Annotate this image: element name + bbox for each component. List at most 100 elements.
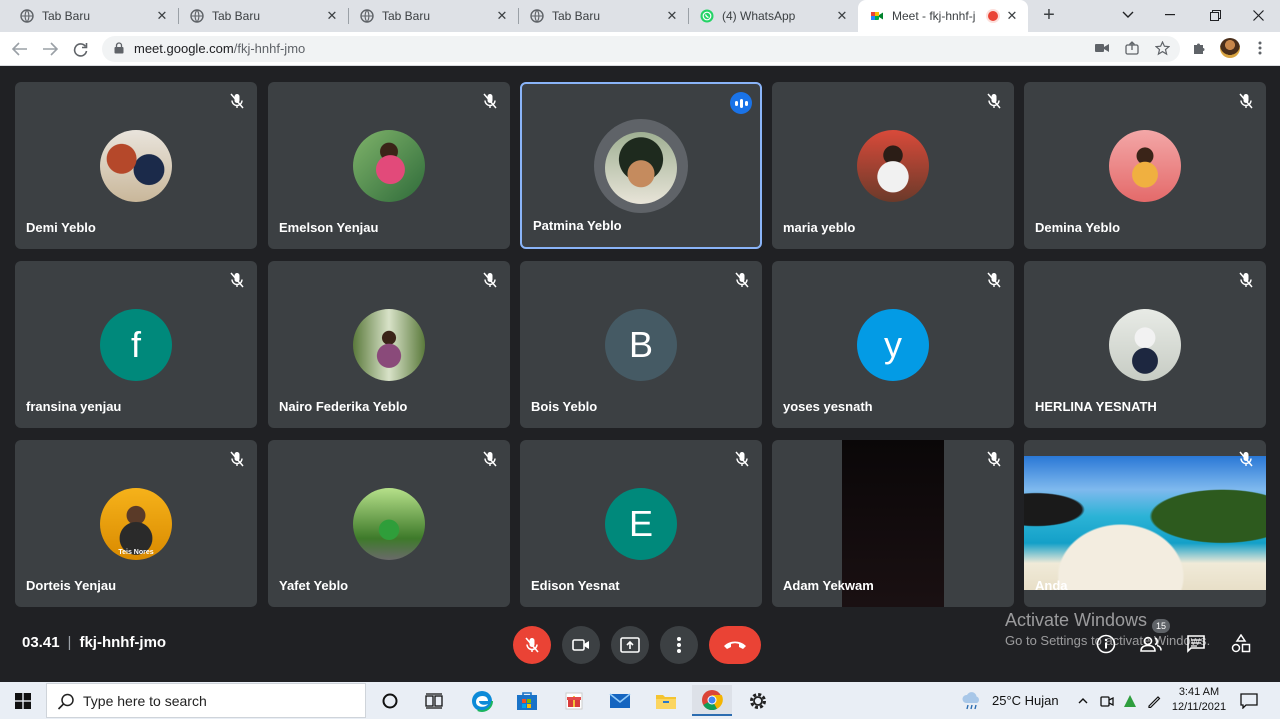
maximize-button[interactable] <box>1195 0 1235 30</box>
browser-tab[interactable]: Tab Baru ✕ <box>348 0 519 32</box>
speaking-indicator-icon <box>730 92 752 114</box>
reload-icon[interactable] <box>69 38 91 60</box>
url-path: /fkj-hnhf-jmo <box>233 41 306 56</box>
chat-button[interactable] <box>1184 632 1208 656</box>
taskbar-gift-app[interactable] <box>554 685 594 716</box>
url-host: meet.google.com <box>134 41 234 56</box>
taskbar-mail[interactable] <box>600 685 640 716</box>
taskbar-search-box[interactable]: Type here to search <box>46 683 366 718</box>
browser-tab[interactable]: Tab Baru ✕ <box>518 0 689 32</box>
tray-pen-icon[interactable] <box>1143 685 1165 716</box>
back-arrow-icon[interactable] <box>9 38 31 60</box>
close-icon[interactable]: ✕ <box>324 8 340 24</box>
video-camera-icon <box>572 639 589 651</box>
globe-icon <box>20 9 34 23</box>
mic-off-icon <box>985 92 1003 110</box>
cortana-circle-icon <box>382 693 398 708</box>
participant-tile[interactable]: y yoses yesnath <box>772 261 1014 428</box>
taskbar-edge[interactable] <box>462 685 502 716</box>
mic-off-icon <box>525 637 539 653</box>
participant-video <box>1024 456 1266 590</box>
search-icon <box>57 693 74 710</box>
new-tab-button[interactable]: + <box>1038 4 1060 26</box>
folder-icon <box>656 694 676 709</box>
notifications-button[interactable] <box>1234 685 1264 716</box>
tab-search-chevron-icon[interactable] <box>1108 0 1148 30</box>
close-icon[interactable]: ✕ <box>494 8 510 24</box>
participant-tile[interactable]: HERLINA YESNATH <box>1024 261 1266 428</box>
mic-off-icon <box>228 450 246 468</box>
start-button[interactable] <box>0 682 46 719</box>
taskbar-chrome[interactable] <box>692 685 732 716</box>
close-icon[interactable]: ✕ <box>154 8 170 24</box>
taskbar-file-explorer[interactable] <box>646 685 686 716</box>
participant-tile[interactable]: Teis Nores Dorteis Yenjau <box>15 440 257 607</box>
microphone-toggle-button[interactable] <box>513 626 551 664</box>
tray-nvidia-icon[interactable] <box>1119 685 1141 716</box>
avatar-letter: E <box>628 503 653 544</box>
close-window-button[interactable] <box>1238 0 1278 30</box>
browser-tab-active[interactable]: Meet - fkj-hnhf-jı ✕ <box>858 0 1028 32</box>
activities-button[interactable] <box>1229 632 1253 656</box>
tab-title: Tab Baru <box>42 9 91 23</box>
weather-widget[interactable] <box>954 685 990 716</box>
profile-avatar[interactable] <box>1220 38 1240 58</box>
close-icon[interactable]: ✕ <box>1004 8 1020 24</box>
participant-tile[interactable]: Emelson Yenjau <box>268 82 510 249</box>
camera-indicator-icon[interactable] <box>1094 40 1110 56</box>
mic-off-icon <box>228 92 246 110</box>
participant-tile[interactable]: B Bois Yeblo <box>520 261 762 428</box>
participant-tile[interactable]: maria yeblo <box>772 82 1014 249</box>
url-text[interactable]: meet.google.com/fkj-hnhf-jmo <box>134 41 305 56</box>
avatar <box>605 132 677 204</box>
store-icon <box>517 691 537 710</box>
notification-icon <box>1240 692 1258 709</box>
participant-tile[interactable]: Anda <box>1024 440 1266 607</box>
avatar: B <box>605 309 677 381</box>
close-icon[interactable]: ✕ <box>664 8 680 24</box>
tray-meet-now-icon[interactable] <box>1096 685 1118 716</box>
avatar <box>353 488 425 560</box>
browser-tab[interactable]: (4) WhatsApp ✕ <box>688 0 858 32</box>
close-icon[interactable]: ✕ <box>834 8 850 24</box>
avatar <box>1109 309 1181 381</box>
cortana-button[interactable] <box>370 685 410 716</box>
participant-tile[interactable]: E Edison Yesnat <box>520 440 762 607</box>
participant-tile[interactable]: Patmina Yeblo <box>520 82 762 249</box>
participant-tile[interactable]: Adam Yekwam <box>772 440 1014 607</box>
extensions-puzzle-icon[interactable] <box>1191 40 1207 56</box>
lock-icon[interactable] <box>114 42 124 54</box>
meeting-details-button[interactable] <box>1094 632 1118 656</box>
info-icon <box>1096 634 1116 654</box>
mic-off-icon <box>481 271 499 289</box>
leave-call-button[interactable] <box>709 626 761 664</box>
browser-tab[interactable]: Tab Baru ✕ <box>178 0 349 32</box>
menu-kebab-icon[interactable] <box>1252 40 1268 56</box>
taskbar-clock[interactable]: 3:41 AM 12/11/2021 <box>1170 685 1228 715</box>
participant-tile[interactable]: Demi Yeblo <box>15 82 257 249</box>
present-screen-button[interactable] <box>611 626 649 664</box>
browser-tab[interactable]: Tab Baru ✕ <box>8 0 179 32</box>
gear-icon <box>750 692 766 709</box>
weather-text[interactable]: 25°C Hujan <box>992 693 1059 708</box>
participant-tile[interactable]: f fransina yenjau <box>15 261 257 428</box>
clock-time: 3:41 AM <box>1178 686 1220 698</box>
more-options-button[interactable] <box>660 626 698 664</box>
bookmark-star-icon[interactable] <box>1154 40 1170 56</box>
task-view-button[interactable] <box>414 685 454 716</box>
participant-name: maria yeblo <box>783 220 856 235</box>
taskbar-store[interactable] <box>507 685 547 716</box>
forward-arrow-icon[interactable] <box>39 38 61 60</box>
participant-name: Dorteis Yenjau <box>26 578 117 593</box>
participant-tile[interactable]: Yafet Yeblo <box>268 440 510 607</box>
share-icon[interactable] <box>1124 40 1140 56</box>
mic-off-icon <box>985 271 1003 289</box>
participant-tile[interactable]: Demina Yeblo <box>1024 82 1266 249</box>
participant-tile[interactable]: Nairo Federika Yeblo <box>268 261 510 428</box>
people-button[interactable] <box>1139 632 1163 656</box>
tray-overflow-chevron-icon[interactable] <box>1072 685 1094 716</box>
people-count-badge: 15 <box>1152 619 1170 633</box>
taskbar-settings[interactable] <box>738 685 778 716</box>
camera-toggle-button[interactable] <box>562 626 600 664</box>
minimize-button[interactable] <box>1150 0 1190 30</box>
